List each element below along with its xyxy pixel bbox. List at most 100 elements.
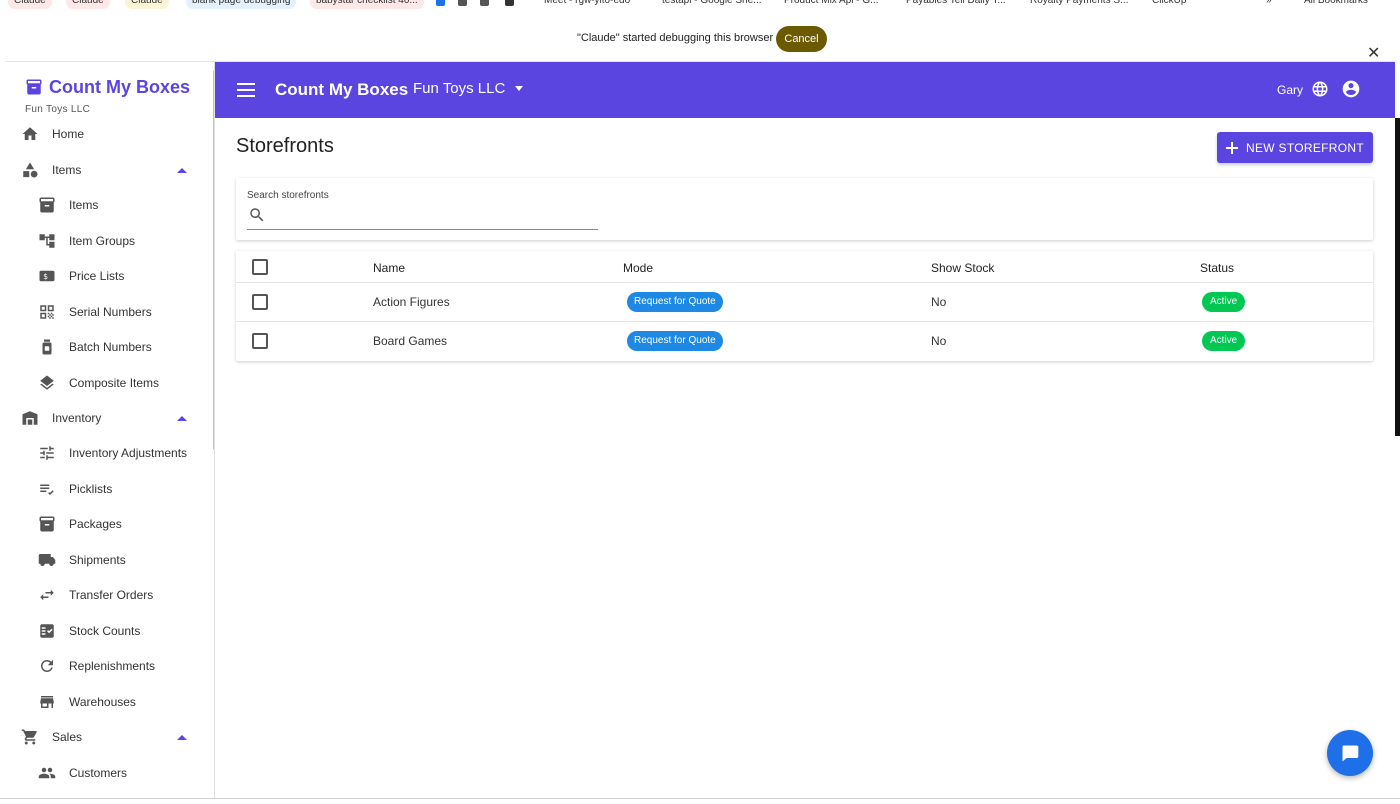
sidebar-item-label: Stock Counts — [69, 624, 141, 638]
svg-text:$: $ — [43, 272, 48, 281]
main-content: Storefronts NEW STOREFRONT Search storef… — [215, 118, 1395, 798]
sidebar-item-label: Composite Items — [69, 376, 160, 390]
sidebar-item-label: Transfer Orders — [69, 588, 154, 602]
search-icon — [250, 208, 264, 222]
status-badge: Active — [1202, 331, 1246, 351]
header-app-title[interactable]: Count My Boxes — [275, 80, 408, 100]
column-header-status[interactable]: Status — [1200, 261, 1234, 275]
sidebar-item-inventory-adjustments[interactable]: Inventory Adjustments — [37, 439, 187, 467]
sidebar-item-replenishments[interactable]: Replenishments — [37, 652, 155, 680]
sidebar-item-picklists[interactable]: Picklists — [37, 475, 112, 503]
account-circle-icon[interactable] — [1341, 79, 1361, 99]
store-icon — [37, 692, 57, 712]
collapse-icon[interactable] — [177, 416, 187, 421]
checklist-icon — [37, 479, 57, 499]
new-storefront-button[interactable]: NEW STOREFRONT — [1217, 132, 1373, 163]
collapse-icon[interactable] — [177, 168, 187, 173]
app-logo[interactable]: Count My Boxes — [25, 72, 190, 102]
sidebar-item-label: Home — [52, 127, 85, 141]
bookmark-item[interactable]: Product Mix Api - G... — [784, 0, 878, 9]
new-storefront-label: NEW STOREFRONT — [1246, 140, 1364, 155]
qr-code-icon — [37, 302, 57, 322]
column-header-mode[interactable]: Mode — [623, 261, 653, 275]
sidebar-item-item-groups[interactable]: Item Groups — [37, 227, 135, 255]
hamburger-menu-icon[interactable] — [237, 80, 255, 100]
sidebar-item-warehouses[interactable]: Warehouses — [37, 688, 136, 716]
select-all-checkbox[interactable] — [252, 259, 268, 275]
sidebar-item-transfer-orders[interactable]: Transfer Orders — [37, 581, 153, 609]
sidebar-item-label: Replenishments — [69, 659, 156, 673]
bookmark-icon[interactable] — [458, 0, 467, 6]
bookmark-item[interactable]: Claude — [8, 0, 52, 9]
debug-message: "Claude" started debugging this browser — [577, 32, 774, 44]
plus-icon — [1226, 141, 1238, 154]
truck-icon — [37, 550, 57, 570]
bookmark-item[interactable]: Claude — [125, 0, 169, 9]
globe-icon[interactable] — [1311, 80, 1329, 98]
sidebar-item-home[interactable]: Home — [20, 120, 84, 148]
cancel-debug-button[interactable]: Cancel — [776, 26, 827, 52]
offscreen-window-edge — [1395, 0, 1400, 804]
sidebar-group-items[interactable]: Items — [20, 156, 81, 184]
column-header-show-stock[interactable]: Show Stock — [931, 261, 994, 275]
row-checkbox[interactable] — [252, 333, 268, 349]
bookmark-item[interactable]: Royalty Payments S... — [1030, 0, 1128, 9]
sidebar-item-packages[interactable]: Packages — [37, 510, 122, 538]
sidebar-item-batch-numbers[interactable]: Batch Numbers — [37, 333, 152, 361]
people-icon — [37, 763, 57, 783]
bookmark-item[interactable]: babystar checklist 40... — [310, 0, 424, 9]
bookmark-icon[interactable] — [480, 0, 489, 6]
bookmark-item[interactable]: testapi - Google She... — [662, 0, 762, 9]
show-stock-value: No — [931, 295, 947, 309]
sidebar-group-inventory[interactable]: Inventory — [20, 404, 101, 432]
sidebar-item-label: Warehouses — [69, 695, 136, 709]
checkbox-list-icon — [37, 621, 57, 641]
apps-grid-icon[interactable] — [505, 0, 514, 6]
sidebar-item-label: Item Groups — [69, 234, 136, 248]
sidebar-group-sales[interactable]: Sales — [20, 723, 82, 751]
bookmark-item[interactable]: Payables Tell Daily T... — [906, 0, 1006, 9]
sidebar-item-serial-numbers[interactable]: Serial Numbers — [37, 298, 152, 326]
row-checkbox[interactable] — [252, 294, 268, 310]
sidebar-item-price-lists[interactable]: $ Price Lists — [37, 262, 124, 290]
bookmark-item[interactable]: blank page debugging — [186, 0, 297, 9]
sidebar-item-label: Batch Numbers — [69, 340, 152, 354]
sidebar-item-label: Serial Numbers — [69, 305, 152, 319]
table-header-row: Name Mode Show Stock Status — [236, 251, 1373, 283]
bookmark-item[interactable]: ClickUp — [1152, 0, 1186, 9]
shapes-icon — [20, 160, 40, 180]
search-input[interactable] — [247, 206, 598, 230]
sidebar-item-label: Inventory — [52, 411, 102, 425]
sidebar-item-composite-items[interactable]: Composite Items — [37, 369, 159, 397]
storefront-name[interactable]: Board Games — [373, 334, 447, 348]
chat-button[interactable] — [1327, 730, 1373, 776]
box-logo-icon — [26, 79, 42, 95]
sidebar-item-stock-counts[interactable]: Stock Counts — [37, 617, 140, 645]
sidebar-item-items[interactable]: Items — [37, 191, 98, 219]
window-bottom-edge — [0, 798, 1400, 804]
bookmark-item[interactable]: Meet - rgw-yit0-edo — [544, 0, 630, 9]
org-selector[interactable]: Fun Toys LLC — [413, 80, 524, 97]
sidebar-item-label: Shipments — [69, 553, 126, 567]
close-icon[interactable]: ✕ — [1367, 46, 1380, 62]
storefronts-table: Name Mode Show Stock Status Action Figur… — [236, 251, 1373, 361]
chevron-down-icon — [515, 86, 524, 91]
table-row[interactable]: Action Figures Request for Quote No Acti… — [236, 283, 1373, 322]
hierarchy-icon — [37, 231, 57, 251]
storefront-name[interactable]: Action Figures — [373, 295, 450, 309]
sidebar-item-customers[interactable]: Customers — [37, 759, 127, 787]
sidebar-item-shipments[interactable]: Shipments — [37, 546, 126, 574]
bookmark-item[interactable]: All Bookmarks — [1304, 0, 1368, 9]
sidebar-item-label: Picklists — [69, 482, 113, 496]
search-card: Search storefronts — [236, 178, 1373, 240]
table-row[interactable]: Board Games Request for Quote No Active — [236, 322, 1373, 361]
package-icon — [37, 514, 57, 534]
sidebar-item-label: Items — [69, 198, 99, 212]
collapse-icon[interactable] — [177, 735, 187, 740]
column-header-name[interactable]: Name — [373, 261, 405, 275]
more-bookmarks-icon[interactable]: » — [1266, 0, 1272, 9]
user-name[interactable]: Gary — [1277, 83, 1303, 97]
warehouse-icon — [20, 408, 40, 428]
bookmark-item[interactable]: Claude — [66, 0, 110, 9]
bookmark-icon[interactable] — [436, 0, 445, 6]
